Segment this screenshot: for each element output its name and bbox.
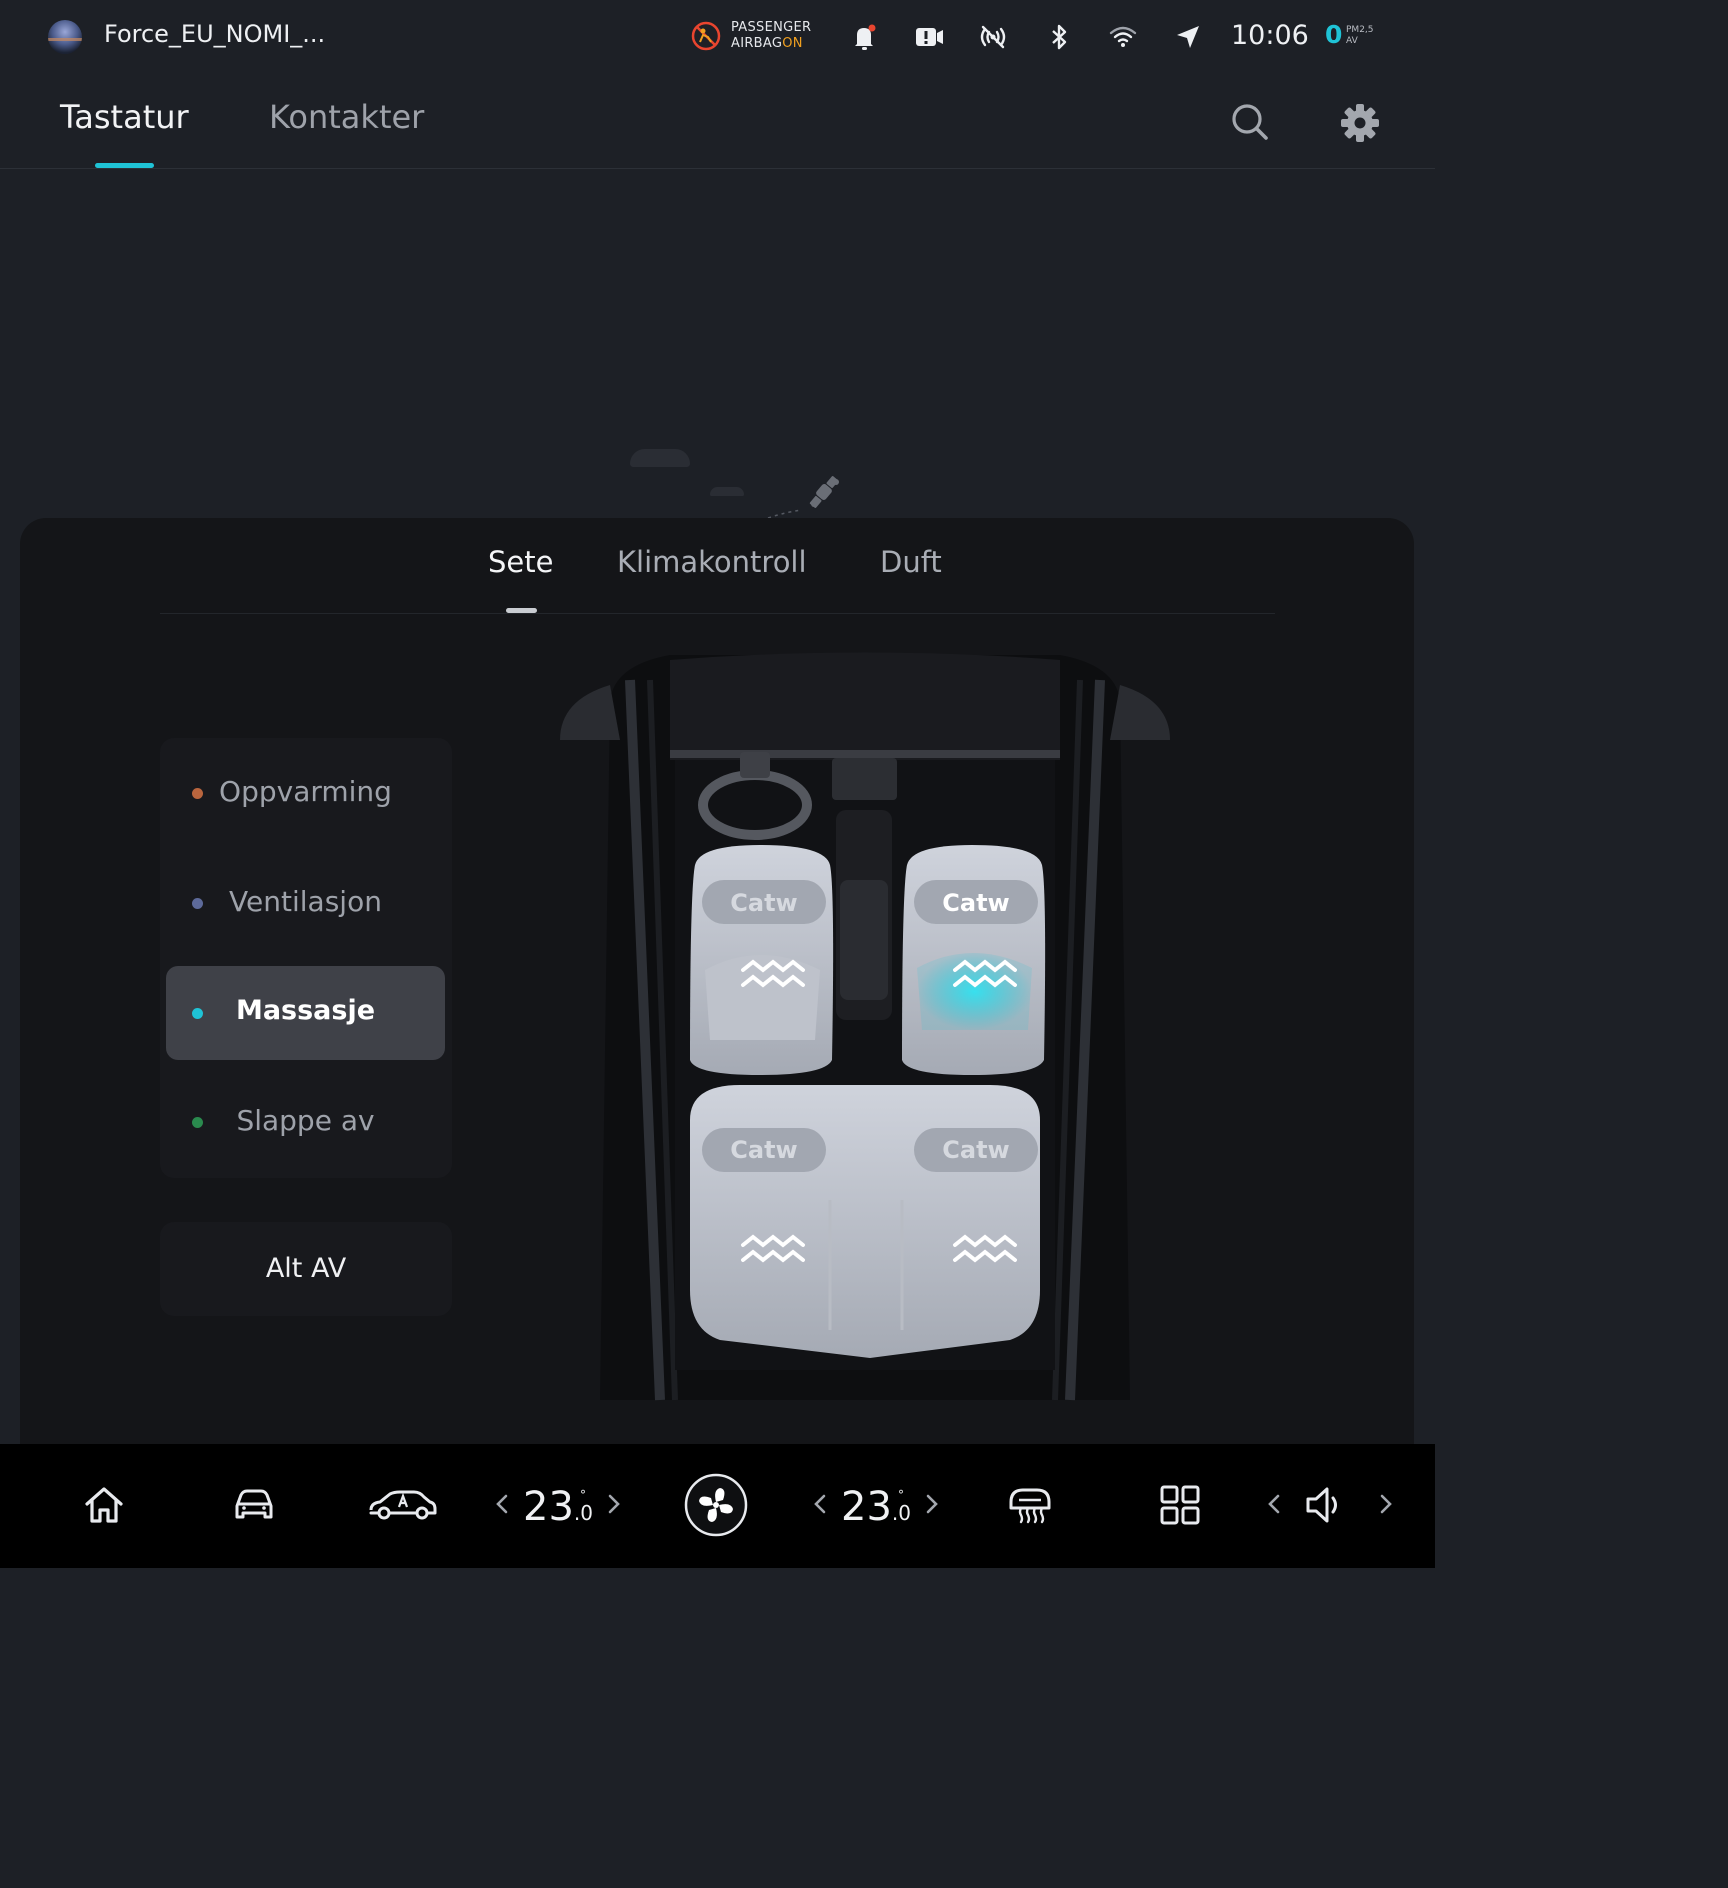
profile-name[interactable]: Force_EU_NOMI_... [104,20,325,48]
header-divider [0,168,1435,169]
mode-label: Ventilasjon [229,885,382,918]
tab-kontakter[interactable]: Kontakter [269,98,424,136]
temp-left-whole: 23 [523,1484,574,1530]
seat-front-left[interactable] [690,845,834,1075]
temp-right-decimal: .0 [891,1501,911,1525]
mode-massasje[interactable]: Massasje [166,966,445,1060]
pm25-label-bottom: AV [1346,36,1358,46]
car-cabin-illustration: Catw Catw Catw Catw [560,652,1170,1401]
car-side-icon[interactable] [368,1482,438,1528]
status-bar: Force_EU_NOMI_... PASSENGER AIRBAGON 10: [0,0,1435,76]
airbag-state: ON [782,36,803,51]
search-icon[interactable] [1228,100,1272,144]
car-front-icon[interactable] [231,1482,277,1528]
airbag-off-icon [691,21,721,51]
seat-front-right[interactable] [902,845,1046,1075]
mode-slappe-av[interactable]: Slappe av [166,1075,445,1169]
all-off-button[interactable]: Alt AV [160,1222,452,1316]
rear-defrost-icon[interactable] [1007,1482,1053,1528]
tab-klimakontroll[interactable]: Klimakontroll [617,545,807,579]
mode-ventilasjon[interactable]: Ventilasjon [166,856,445,950]
seat-label: Catw [942,1136,1009,1164]
dashcam-icon[interactable] [912,20,946,54]
tab-sete[interactable]: Sete [488,545,553,579]
avatar[interactable] [48,20,82,54]
tab-duft[interactable]: Duft [880,545,942,579]
temp-right-increase-icon[interactable] [922,1490,942,1518]
no-signal-icon[interactable] [976,20,1010,54]
home-icon[interactable] [81,1482,127,1528]
pm25-value[interactable]: 0 [1325,20,1342,49]
pm25-label: PM2,5 AV [1346,25,1374,47]
temp-left-decimal: .0 [573,1501,593,1525]
volume-icon[interactable] [1302,1482,1348,1528]
seat-label: Catw [730,889,797,917]
seat-label: Catw [942,889,1009,917]
temp-left-increase-icon[interactable] [604,1490,624,1518]
cloud-decoration [630,449,690,467]
apps-grid-icon[interactable] [1157,1482,1203,1528]
seat-rear-bench[interactable] [690,1085,1040,1358]
fan-icon[interactable] [683,1472,749,1538]
navigation-arrow-icon[interactable] [1171,20,1205,54]
airbag-line1: PASSENGER [731,20,812,35]
airbag-line2: AIRBAG [731,36,783,51]
mode-label: Oppvarming [219,775,392,808]
notification-bell-icon[interactable] [848,20,882,54]
pm25-label-top: PM2,5 [1346,25,1374,35]
wifi-icon[interactable] [1106,20,1140,54]
mode-label: Slappe av [236,1104,375,1137]
bluetooth-icon[interactable] [1042,20,1076,54]
volume-decrease-icon[interactable] [1264,1490,1284,1518]
gear-icon[interactable] [1337,100,1383,146]
satellite-icon [767,476,839,519]
temp-left-unit: ° [580,1488,586,1502]
volume-increase-icon[interactable] [1376,1490,1396,1518]
cloud-decoration-small [710,487,744,496]
tab-tastatur[interactable]: Tastatur [60,98,189,136]
seat-label: Catw [730,1136,797,1164]
panel-divider [160,613,1275,614]
temp-right-unit: ° [898,1488,904,1502]
mode-oppvarming[interactable]: Oppvarming [166,746,445,840]
temp-right-decrease-icon[interactable] [810,1490,830,1518]
temp-right-whole: 23 [841,1484,892,1530]
clock: 10:06 [1231,20,1309,51]
all-off-label: Alt AV [265,1253,347,1284]
airbag-status: PASSENGER AIRBAGON [731,20,811,52]
temp-left-decrease-icon[interactable] [492,1490,512,1518]
mode-label: Massasje [235,995,376,1026]
